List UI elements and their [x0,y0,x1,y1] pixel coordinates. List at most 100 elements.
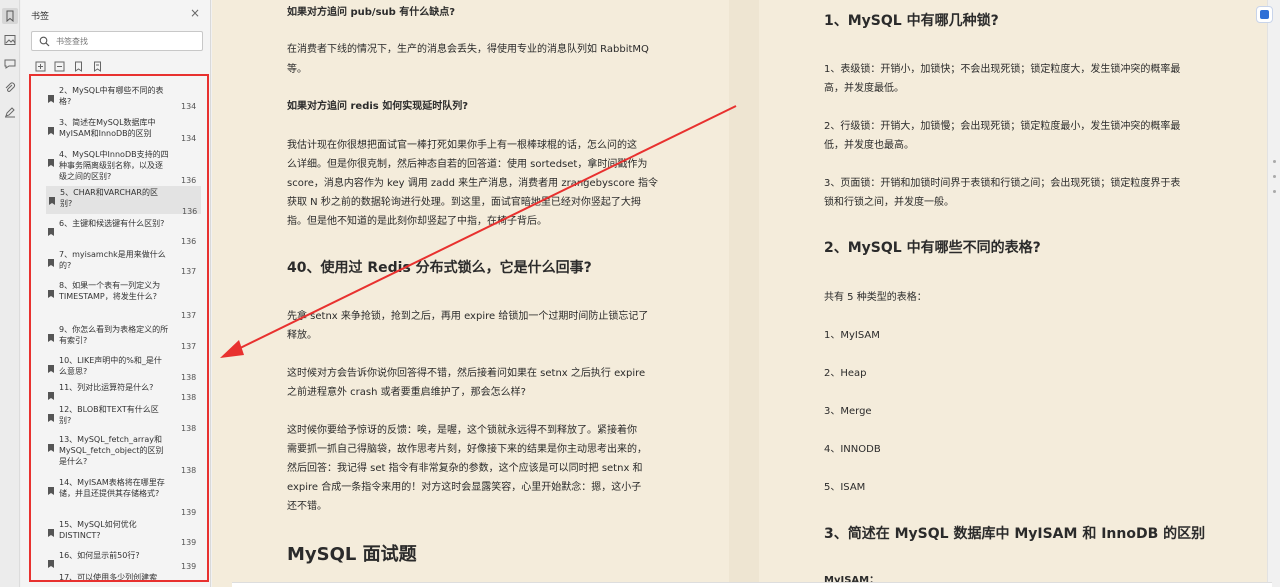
bookmark-label: 3、简述在MySQL数据库中MyISAM和InnoDB的区别 [59,118,156,138]
bookmark-item[interactable]: 2、MySQL中有哪些不同的表格? 134 [45,84,200,112]
bookmark-label: 10、LIKE声明中的%和_是什么意思? [59,356,162,376]
bookmark-label: 5、CHAR和VARCHAR的区别? [60,188,158,208]
bookmark-item[interactable]: 12、BLOB和TEXT有什么区别? 138 [45,403,200,433]
bookmark-label: 13、MySQL_fetch_array和MySQL_fetch_object的… [59,435,164,466]
bookmark-icon [48,575,54,580]
bookmark-icon [48,553,54,568]
translate-icon[interactable] [1256,6,1273,23]
bookmark-label: 2、MySQL中有哪些不同的表格? [59,86,164,106]
bookmark-page-number: 139 [181,538,197,547]
paragraph-line: 先拿 setnx 来争抢锁，抢到之后，再用 expire 给锁加一个过期时间防止… [287,311,649,322]
bookmark-label: 8、如果一个表有一列定义为TIMESTAMP，将发生什么? [59,281,161,301]
paragraph-line: 等。 [287,64,307,75]
bookmark-icon [48,407,54,422]
paragraph-line: 之前进程意外 crash 或者要重启维护了，那会怎么样? [287,387,526,398]
paragraph-line: score，消息内容作为 key 调用 zadd 来生产消息，消费者用 zran… [287,178,658,189]
bookmark-toolbar [35,61,103,72]
bookmark-icon [48,152,54,167]
left-toolstrip [0,0,20,587]
paragraph-line: expire 合成一条指令来用的！对方这时会显露笑容，心里开始默念：摁，这小子 [287,482,642,493]
vertical-scrollbar[interactable] [1267,0,1280,587]
bookmark-page-number: 139 [181,508,197,517]
bookmark-item[interactable]: 14、MyISAM表格将在哪里存储，并且还提供其存储格式? 139 [45,476,200,517]
bookmark-item[interactable]: 10、LIKE声明中的%和_是什么意思? 138 [45,354,200,382]
heading-1: 1、MySQL 中有哪几种锁? [824,13,999,29]
paragraph-line: 这时候对方会告诉你说你回答得不错，然后接着问如果在 setnx 之后执行 exp… [287,368,646,379]
bookmark-icon [48,252,54,267]
bookmark-icon [48,358,54,373]
horizontal-scrollbar[interactable] [232,582,1272,587]
bookmark-icon [48,385,54,400]
heading-2: 2、MySQL 中有哪些不同的表格? [824,240,1041,256]
bookmark-page-number: 138 [181,466,197,475]
bookmark-list: 2、MySQL中有哪些不同的表格? 134 3、简述在MySQL数据库中MyISAM… [31,76,207,580]
comment-tool-icon[interactable] [2,56,18,72]
bookmark-page-number: 134 [181,134,197,143]
thumbnail-tool-icon[interactable] [2,32,18,48]
document-view[interactable]: 如果对方追问 pub/sub 有什么缺点? 在消费者下线的情况下，生产的消息会丢… [212,0,1267,587]
section-title-mysql: MySQL 面试题 [287,544,417,565]
bookmark-item[interactable]: 6、主键和候选键有什么区别? 136 [45,217,200,246]
bookmark-tool-icon[interactable] [2,8,18,24]
bookmark-page-number: 137 [181,342,197,351]
attachment-tool-icon[interactable] [2,80,18,96]
table-type: 4、INNODB [824,444,881,455]
question-delay-queue: 如果对方追问 redis 如何实现延时队列? [287,101,469,112]
bookmark-page-number: 134 [181,102,197,111]
bookmark-label: 14、MyISAM表格将在哪里存储，并且还提供其存储格式? [59,478,165,498]
paragraph-line: 需要抓一抓自己得脑袋，故作思考片刻，好像接下来的结果是你主动思考出来的， [287,444,647,455]
list-line: 锁和行锁之间，并发度一般。 [824,197,954,208]
list-line: 1、表级锁：开销小，加锁快；不会出现死锁；锁定粒度大，发生锁冲突的概率最 [824,64,1181,75]
signature-tool-icon[interactable] [2,104,18,120]
list-line: 2、行级锁：开销大，加锁慢；会出现死锁；锁定粒度最小，发生锁冲突的概率最 [824,121,1181,132]
bookmark-page-number: 138 [181,424,197,433]
search-input[interactable] [56,35,196,48]
bookmark-item[interactable]: 11、列对比运算符是什么? 138 [45,381,200,402]
bookmark-item[interactable]: 4、MySQL中InnoDB支持的四种事务隔离级别名称，以及逐级之间的区别? 13… [45,148,200,188]
collapse-all-icon[interactable] [54,61,65,72]
bookmark-icon [48,120,54,135]
table-type: 5、ISAM [824,482,866,493]
paragraph-line: 在消费者下线的情况下，生产的消息会丢失，得使用专业的消息队列如 RabbitMQ [287,44,649,55]
expand-all-icon[interactable] [35,61,46,72]
list-line: 3、页面锁：开销和加锁时间界于表锁和行锁之间；会出现死锁；锁定粒度界于表 [824,178,1181,189]
paragraph-line: 指。但是他不知道的是此刻你却竖起了中指，在椅子背后。 [287,216,547,227]
paragraph-line: 释放。 [287,330,317,341]
bookmark-icon [49,190,55,205]
bookmark-page-number: 138 [181,393,197,402]
close-icon[interactable]: × [189,7,201,19]
paragraph-line: 我估计现在你很想把面试官一棒打死如果你手上有一根棒球棍的话，怎么问的这 [287,140,637,151]
panel-title: 书签 [31,12,50,22]
bookmark-label: 17、可以使用多少列创建索引? [59,573,158,580]
heading-40: 40、使用过 Redis 分布式锁么，它是什么回事? [287,260,592,276]
bookmark-item[interactable]: 13、MySQL_fetch_array和MySQL_fetch_object的… [45,433,200,475]
bookmark-item[interactable]: 16、如何显示前50行? 139 [45,549,200,571]
add-bookmark-icon[interactable] [73,61,84,72]
bookmark-search[interactable] [31,31,203,51]
bookmark-icon [48,327,54,342]
paragraph-line: 么详细。但是你很克制，然后神态自若的回答道：使用 sortedset，拿时间戳作… [287,159,648,170]
bookmark-item[interactable]: 7、myisamchk是用来做什么的? 137 [45,248,200,276]
bookmark-icon [48,480,54,495]
bookmark-label: 9、你怎么看到为表格定义的所有索引? [59,325,169,345]
intro-line: 共有 5 种类型的表格： [824,292,927,303]
bookmark-page-number: 137 [181,311,197,320]
bookmark-page-number: 136 [182,207,198,216]
search-icon [39,36,50,47]
bookmark-item[interactable]: 8、如果一个表有一列定义为TIMESTAMP，将发生什么? 137 [45,279,200,320]
bookmark-item[interactable]: 15、MySQL如何优化DISTINCT? 139 [45,518,200,547]
bookmark-label: 12、BLOB和TEXT有什么区别? [59,405,159,425]
bookmark-item[interactable]: 3、简述在MySQL数据库中MyISAM和InnoDB的区别 134 [45,116,200,144]
bookmark-icon [48,437,54,452]
heading-3: 3、简述在 MySQL 数据库中 MyISAM 和 InnoDB 的区别 [824,526,1206,542]
delete-bookmark-icon[interactable] [92,61,103,72]
paragraph-line: 然后回答：我记得 set 指令有非常复杂的参数，这个应该是可以同时把 setnx… [287,463,643,474]
bookmark-icon [48,88,54,103]
bookmark-item[interactable]: 17、可以使用多少列创建索引? [45,571,200,580]
bookmark-item[interactable]: 9、你怎么看到为表格定义的所有索引? 137 [45,323,200,351]
list-line: 高，并发度最低。 [824,83,904,94]
bookmark-page-number: 136 [181,176,197,185]
bookmark-page-number: 139 [181,562,197,571]
bookmark-page-number: 137 [181,267,197,276]
bookmark-item[interactable]: 5、CHAR和VARCHAR的区别? 136 [46,186,201,216]
